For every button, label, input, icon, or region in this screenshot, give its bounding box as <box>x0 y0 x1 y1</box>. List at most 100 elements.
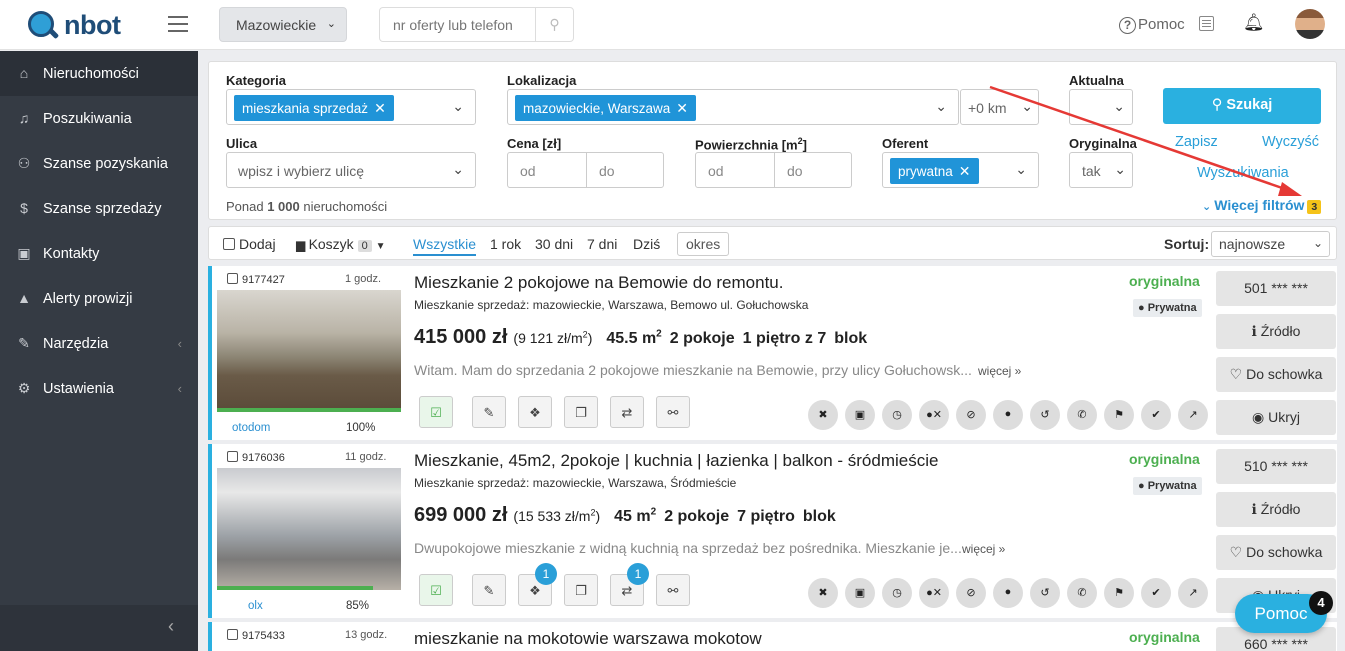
search-input[interactable] <box>380 8 535 41</box>
sidebar-item-narzedzia[interactable]: ✎ Narzędzia ‹ <box>0 321 198 366</box>
lock-round-button[interactable]: ▣ <box>845 578 875 608</box>
lokalizacja-select[interactable]: mazowieckie, Warszawa ✕ ⌄ <box>507 89 959 125</box>
more-link[interactable]: więcej » <box>978 364 1021 378</box>
unlink-button[interactable]: ⚯ <box>656 396 690 428</box>
remove-round-button[interactable]: ✖ <box>808 578 838 608</box>
more-filters-link[interactable]: ⌄ Więcej filtrów 3 <box>1202 197 1322 214</box>
check-round-button[interactable]: ✔ <box>1141 578 1171 608</box>
more-link[interactable]: więcej » <box>962 542 1005 556</box>
kategoria-select[interactable]: mieszkania sprzedaż ✕ ⌄ <box>226 89 476 125</box>
lock-round-button[interactable]: ▣ <box>845 400 875 430</box>
oferent-select[interactable]: prywatna ✕ ⌄ <box>882 152 1039 188</box>
listing-id[interactable]: 9176036 <box>227 451 285 464</box>
group-button[interactable]: ❖ <box>518 396 552 428</box>
remove-user-round-button[interactable]: ●✕ <box>919 400 949 430</box>
do-schowka-button[interactable]: ♡ Do schowka <box>1216 357 1336 392</box>
tab-wszystkie[interactable]: Wszystkie <box>413 236 476 256</box>
remove-tag-icon[interactable]: ✕ <box>374 100 386 116</box>
powierzchnia-od-input[interactable]: od <box>696 153 774 187</box>
szukaj-button[interactable]: ⚲ Szukaj <box>1163 88 1321 124</box>
koszyk-dropdown[interactable]: ▆ Koszyk 0 ▼ <box>296 236 386 252</box>
logo[interactable]: nbot <box>28 8 121 42</box>
sort-select[interactable]: najnowsze ⌄ <box>1211 231 1330 257</box>
user-round-button[interactable]: ● <box>993 578 1023 608</box>
sidebar-item-kontakty[interactable]: ▣ Kontakty <box>0 231 198 276</box>
user-avatar[interactable] <box>1295 9 1325 39</box>
search-button[interactable]: ⚲ <box>535 8 573 41</box>
ulica-select[interactable]: wpisz i wybierz ulicę ⌄ <box>226 152 476 188</box>
sidebar-item-alerty[interactable]: ▲ Alerty prowizji <box>0 276 198 321</box>
sidebar-item-nieruchomosci[interactable]: ⌂ Nieruchomości <box>0 51 198 96</box>
remove-tag-icon[interactable]: ✕ <box>959 163 971 179</box>
remove-user-round-button[interactable]: ●✕ <box>919 578 949 608</box>
tab-30-dni[interactable]: 30 dni <box>535 236 573 252</box>
sidebar-item-ustawienia[interactable]: ⚙ Ustawienia ‹ <box>0 366 198 411</box>
phone-reveal-button[interactable]: 501 *** *** <box>1216 271 1336 306</box>
copy-button[interactable]: ❐ <box>564 574 598 606</box>
ukryj-button[interactable]: ◉ Ukryj <box>1216 400 1336 435</box>
phone-reveal-button[interactable]: 510 *** *** <box>1216 449 1336 484</box>
phone-round-button[interactable]: ✆ <box>1067 400 1097 430</box>
phone-round-button[interactable]: ✆ <box>1067 578 1097 608</box>
aktualna-select[interactable]: ⌄ <box>1069 89 1133 125</box>
help-link[interactable]: ? Pomoc <box>1119 16 1185 34</box>
zrodlo-button[interactable]: ℹ Źródło <box>1216 492 1336 527</box>
check-action-button[interactable]: ☑ <box>419 574 453 606</box>
tab-1-rok[interactable]: 1 rok <box>490 236 521 252</box>
ban-round-button[interactable]: ⊘ <box>956 578 986 608</box>
okres-button[interactable]: okres <box>677 232 730 256</box>
sidebar-item-szanse-pozyskania[interactable]: ⚇ Szanse pozyskania <box>0 141 198 186</box>
edit-note-button[interactable]: ✎ <box>472 396 506 428</box>
copy-button[interactable]: ❐ <box>564 396 598 428</box>
undo-round-button[interactable]: ↺ <box>1030 578 1060 608</box>
duplicates-button[interactable]: ⇄ <box>610 396 644 428</box>
share-round-button[interactable]: ↗ <box>1178 578 1208 608</box>
ban-round-button[interactable]: ⊘ <box>956 400 986 430</box>
cena-od-input[interactable]: od <box>508 153 586 187</box>
listing-id[interactable]: 9175433 <box>227 629 285 642</box>
distance-select[interactable]: +0 km ⌄ <box>960 89 1039 125</box>
tab-dzis[interactable]: Dziś <box>633 236 660 252</box>
check-action-button[interactable]: ☑ <box>419 396 453 428</box>
listing-title[interactable]: Mieszkanie, 45m2, 2pokoje | kuchnia | ła… <box>414 451 944 471</box>
region-select[interactable]: Mazowieckie ⌄ <box>219 7 347 42</box>
share-round-button[interactable]: ↗ <box>1178 400 1208 430</box>
sidebar-item-szanse-sprzedazy[interactable]: $ Szanse sprzedaży <box>0 186 198 231</box>
sidebar-collapse-button[interactable]: ‹ <box>0 605 198 651</box>
unlink-button[interactable]: ⚯ <box>656 574 690 606</box>
listing-title[interactable]: Mieszkanie 2 pokojowe na Bemowie do remo… <box>414 273 944 293</box>
flag-round-button[interactable]: ⚑ <box>1104 578 1134 608</box>
user-round-button[interactable]: ● <box>993 400 1023 430</box>
tab-7-dni[interactable]: 7 dni <box>587 236 617 252</box>
powierzchnia-do-input[interactable]: do <box>774 153 851 187</box>
notification-bell-icon[interactable]: 🔔︎ <box>1243 13 1265 33</box>
undo-round-button[interactable]: ↺ <box>1030 400 1060 430</box>
help-label: Pomoc <box>1138 16 1185 33</box>
remove-round-button[interactable]: ✖ <box>808 400 838 430</box>
do-schowka-button[interactable]: ♡ Do schowka <box>1216 535 1336 570</box>
zapisz-link[interactable]: Zapisz <box>1175 134 1218 150</box>
listing-source[interactable]: olx <box>248 600 263 612</box>
oryginalna-select[interactable]: tak ⌄ <box>1069 152 1133 188</box>
listing-photo[interactable] <box>217 290 401 412</box>
wyczysc-link[interactable]: Wyczyść <box>1262 134 1319 150</box>
wyszukiwania-link[interactable]: Wyszukiwania <box>1197 165 1289 181</box>
flag-round-button[interactable]: ⚑ <box>1104 400 1134 430</box>
listing-title[interactable]: mieszkanie na mokotowie warszawa mokotow <box>414 629 944 649</box>
clock-round-button[interactable]: ◷ <box>882 400 912 430</box>
cena-do-input[interactable]: do <box>586 153 663 187</box>
menu-toggle-icon[interactable] <box>168 16 188 32</box>
calendar-icon[interactable] <box>1199 16 1214 31</box>
edit-note-button[interactable]: ✎ <box>472 574 506 606</box>
listing-id[interactable]: 9177427 <box>227 273 285 286</box>
dodaj-checkbox[interactable]: Dodaj <box>223 236 276 252</box>
listing-source[interactable]: otodom <box>232 422 270 434</box>
group-button[interactable]: ❖ 1 <box>518 563 557 606</box>
listing-photo[interactable] <box>217 468 401 590</box>
zrodlo-button[interactable]: ℹ Źródło <box>1216 314 1336 349</box>
clock-round-button[interactable]: ◷ <box>882 578 912 608</box>
sidebar-item-poszukiwania[interactable]: ♫ Poszukiwania <box>0 96 198 141</box>
duplicates-button[interactable]: ⇄ 1 <box>610 563 649 606</box>
check-round-button[interactable]: ✔ <box>1141 400 1171 430</box>
remove-tag-icon[interactable]: ✕ <box>676 100 688 116</box>
